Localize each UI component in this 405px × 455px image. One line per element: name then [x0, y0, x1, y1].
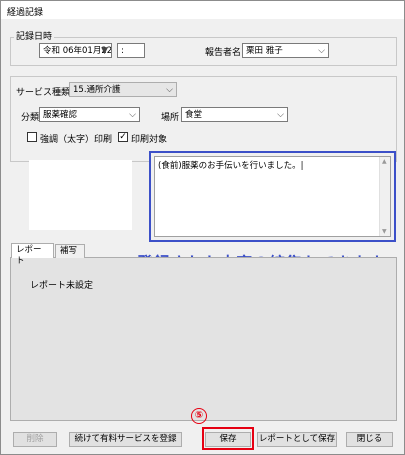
scroll-up-icon[interactable]: ▲ — [382, 158, 387, 165]
memo-highlight-frame: (食前)服薬のお手伝いを行いました。| ▲ ▼ — [149, 151, 396, 242]
service-type-value: 15.通所介護 — [73, 85, 121, 95]
chevron-down-icon: ⌵ — [129, 110, 136, 120]
chevron-down-icon: ⌵ — [318, 46, 325, 56]
record-datetime-label: 記録日時 — [14, 29, 55, 42]
record-dialog: 経過記録 記録日時 令和 06年01月22日 ▼ : 報告者名 栗田 雅子 ⌵ … — [0, 0, 405, 455]
memo-text: (食前)服薬のお手伝いを行いました。| — [158, 161, 304, 171]
date-picker[interactable]: 令和 06年01月22日 ▼ — [39, 43, 112, 58]
place-value: 食堂 — [185, 110, 203, 120]
delete-button[interactable]: 削除 — [13, 432, 57, 447]
report-status: レポート未設定 — [30, 281, 94, 291]
category-select[interactable]: 服薬確認 ⌵ — [39, 107, 140, 122]
chevron-down-icon: ⌵ — [277, 110, 284, 120]
place-label: 場所 — [161, 113, 180, 123]
window-title: 経過記録 — [1, 1, 404, 19]
bold-print-label: 強調（太字）印刷 — [40, 135, 113, 145]
memo-scrollbar[interactable]: ▲ ▼ — [379, 157, 390, 236]
reporter-label: 報告者名 — [205, 48, 242, 58]
service-type-label: サービス種類 — [16, 88, 71, 98]
time-input[interactable]: : — [117, 43, 145, 58]
step-number-badge: ⑤ — [191, 408, 207, 424]
scroll-down-icon[interactable]: ▼ — [382, 228, 387, 235]
preview-box — [29, 160, 132, 230]
reporter-select[interactable]: 栗田 雅子 ⌵ — [242, 43, 329, 58]
save-button-highlight — [202, 427, 254, 450]
print-target-label: 印刷対象 — [131, 135, 168, 145]
reporter-value: 栗田 雅子 — [246, 46, 283, 56]
place-select[interactable]: 食堂 ⌵ — [181, 107, 288, 122]
bold-print-checkbox[interactable] — [27, 132, 37, 142]
category-label: 分類 — [21, 113, 40, 123]
register-paid-service-button[interactable]: 続けて有料サービスを登録 — [69, 432, 182, 447]
save-as-report-button[interactable]: レポートとして保存 — [257, 432, 337, 447]
print-target-checkbox[interactable]: ✓ — [118, 132, 128, 142]
close-button[interactable]: 閉じる — [346, 432, 393, 447]
service-type-select[interactable]: 15.通所介護 ⌵ — [69, 82, 177, 97]
dropdown-arrow-icon: ▼ — [101, 46, 108, 56]
memo-textarea[interactable]: (食前)服薬のお手伝いを行いました。| ▲ ▼ — [154, 156, 391, 237]
tab-supplement[interactable]: 補写 — [55, 244, 85, 258]
chevron-down-icon: ⌵ — [166, 85, 173, 95]
category-value: 服薬確認 — [43, 110, 78, 120]
report-tab-panel: レポート未設定 — [10, 257, 397, 421]
tab-report[interactable]: レポート — [11, 243, 54, 266]
